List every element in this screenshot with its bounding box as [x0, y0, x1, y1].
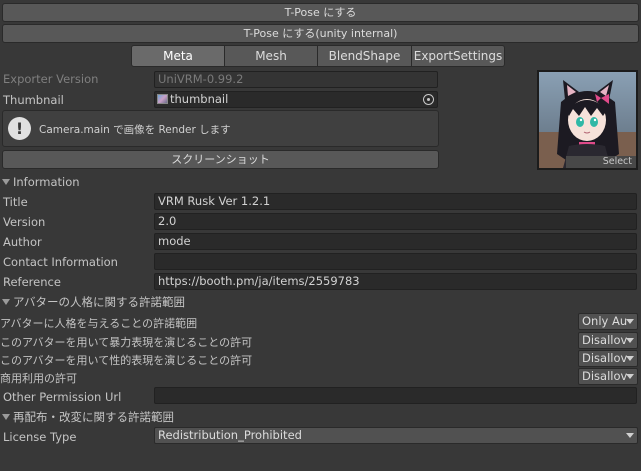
thumbnail-field[interactable]: thumbnail: [154, 91, 438, 108]
tpose-internal-button[interactable]: T-Pose にする(unity internal): [2, 24, 639, 43]
violence-value: Disallov: [582, 333, 628, 347]
license-type-dropdown[interactable]: Redistribution_Prohibited: [154, 427, 638, 444]
help-message: Camera.main で画像を Render します: [39, 124, 231, 136]
title-field[interactable]: VRM Rusk Ver 1.2.1: [154, 193, 637, 210]
version-field[interactable]: 2.0: [154, 213, 637, 230]
dropdown-arrow-icon: [626, 374, 634, 379]
sexual-value: Disallov: [582, 351, 628, 365]
foldout-arrow-icon: [2, 299, 10, 305]
thumbnail-label: Thumbnail: [3, 93, 64, 107]
commercial-value: Disallov: [582, 369, 628, 383]
dropdown-arrow-icon: [626, 319, 634, 324]
other-url-field[interactable]: [154, 387, 637, 404]
dropdown-arrow-icon: [626, 433, 634, 438]
title-label: Title: [3, 195, 28, 209]
info-icon: !: [8, 117, 31, 140]
allowed-user-value: Only Au: [582, 314, 628, 328]
dropdown-arrow-icon: [626, 338, 634, 343]
license-header[interactable]: 再配布・改変に関する許諾範囲: [2, 409, 174, 425]
foldout-arrow-icon: [2, 414, 10, 420]
sexual-label: このアバターを用いて性的表現を演じることの許可: [0, 354, 253, 367]
version-label: Version: [3, 215, 46, 229]
violence-label: このアバターを用いて暴力表現を演じることの許可: [0, 336, 253, 349]
sexual-dropdown[interactable]: Disallov: [578, 350, 638, 367]
exporter-version-field: UniVRM-0.99.2: [154, 71, 438, 88]
allowed-user-label: アバターに人格を与えることの許諾範囲: [0, 317, 198, 330]
tab-blendshape[interactable]: BlendShape: [317, 45, 412, 67]
commercial-label: 商用利用の許可: [0, 372, 77, 385]
permission-header[interactable]: アバターの人格に関する許諾範囲: [2, 294, 185, 310]
thumbnail-preview[interactable]: Select: [537, 70, 638, 170]
license-type-value: Redistribution_Prohibited: [158, 428, 302, 442]
allowed-user-dropdown[interactable]: Only Au: [578, 313, 638, 330]
permission-header-label: アバターの人格に関する許諾範囲: [13, 295, 186, 309]
contact-label: Contact Information: [3, 255, 118, 269]
violence-dropdown[interactable]: Disallov: [578, 332, 638, 349]
author-label: Author: [3, 235, 42, 249]
contact-field[interactable]: [154, 253, 637, 270]
commercial-dropdown[interactable]: Disallov: [578, 368, 638, 385]
texture-icon: [157, 94, 168, 104]
license-type-label: License Type: [3, 430, 77, 444]
tab-mesh[interactable]: Mesh: [224, 45, 318, 67]
foldout-arrow-icon: [2, 179, 10, 185]
avatar-image: [539, 72, 636, 168]
author-field[interactable]: mode: [154, 233, 637, 250]
other-url-label: Other Permission Url: [3, 390, 122, 404]
preview-select-button[interactable]: Select: [566, 156, 636, 168]
dropdown-arrow-icon: [626, 356, 634, 361]
information-header-label: Information: [13, 175, 80, 189]
reference-field[interactable]: https://booth.pm/ja/items/2559783: [154, 273, 637, 290]
reference-label: Reference: [3, 275, 61, 289]
tpose-button[interactable]: T-Pose にする: [2, 3, 639, 22]
exporter-version-label: Exporter Version: [3, 72, 99, 86]
tab-meta[interactable]: Meta: [131, 45, 225, 67]
tab-exportsettings[interactable]: ExportSettings: [411, 45, 505, 67]
information-header[interactable]: Information: [2, 175, 80, 189]
screenshot-button[interactable]: スクリーンショット: [2, 150, 439, 169]
help-box: ! Camera.main で画像を Render します: [2, 110, 439, 147]
license-header-label: 再配布・改変に関する許諾範囲: [13, 410, 174, 424]
thumbnail-value: thumbnail: [170, 92, 229, 106]
object-picker-icon[interactable]: [423, 94, 434, 105]
